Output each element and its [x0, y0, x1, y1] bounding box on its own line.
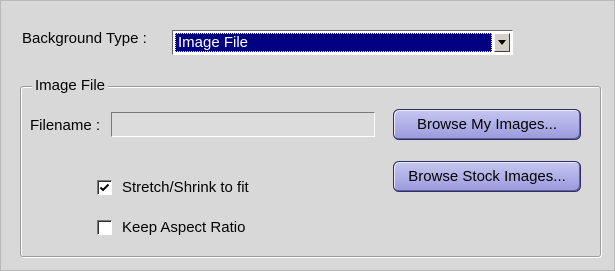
background-settings-panel: Background Type : Image File Image File … — [0, 0, 615, 271]
background-type-select[interactable]: Image File — [172, 30, 513, 55]
chevron-down-icon[interactable] — [494, 33, 510, 52]
keep-aspect-label: Keep Aspect Ratio — [122, 219, 246, 236]
background-type-label: Background Type : — [22, 30, 147, 47]
stretch-shrink-label: Stretch/Shrink to fit — [122, 179, 249, 196]
background-type-value: Image File — [175, 33, 492, 52]
filename-field[interactable] — [111, 112, 375, 137]
browse-my-images-button[interactable]: Browse My Images... — [393, 109, 581, 140]
keep-aspect-checkbox[interactable] — [97, 220, 112, 235]
image-file-group-legend: Image File — [32, 77, 109, 94]
filename-label: Filename : — [30, 117, 101, 134]
stretch-shrink-option[interactable]: Stretch/Shrink to fit — [97, 179, 249, 196]
keep-aspect-option[interactable]: Keep Aspect Ratio — [97, 219, 245, 236]
stretch-shrink-checkbox[interactable] — [97, 180, 112, 195]
checkmark-icon — [99, 183, 110, 192]
browse-stock-images-button[interactable]: Browse Stock Images... — [393, 161, 581, 192]
